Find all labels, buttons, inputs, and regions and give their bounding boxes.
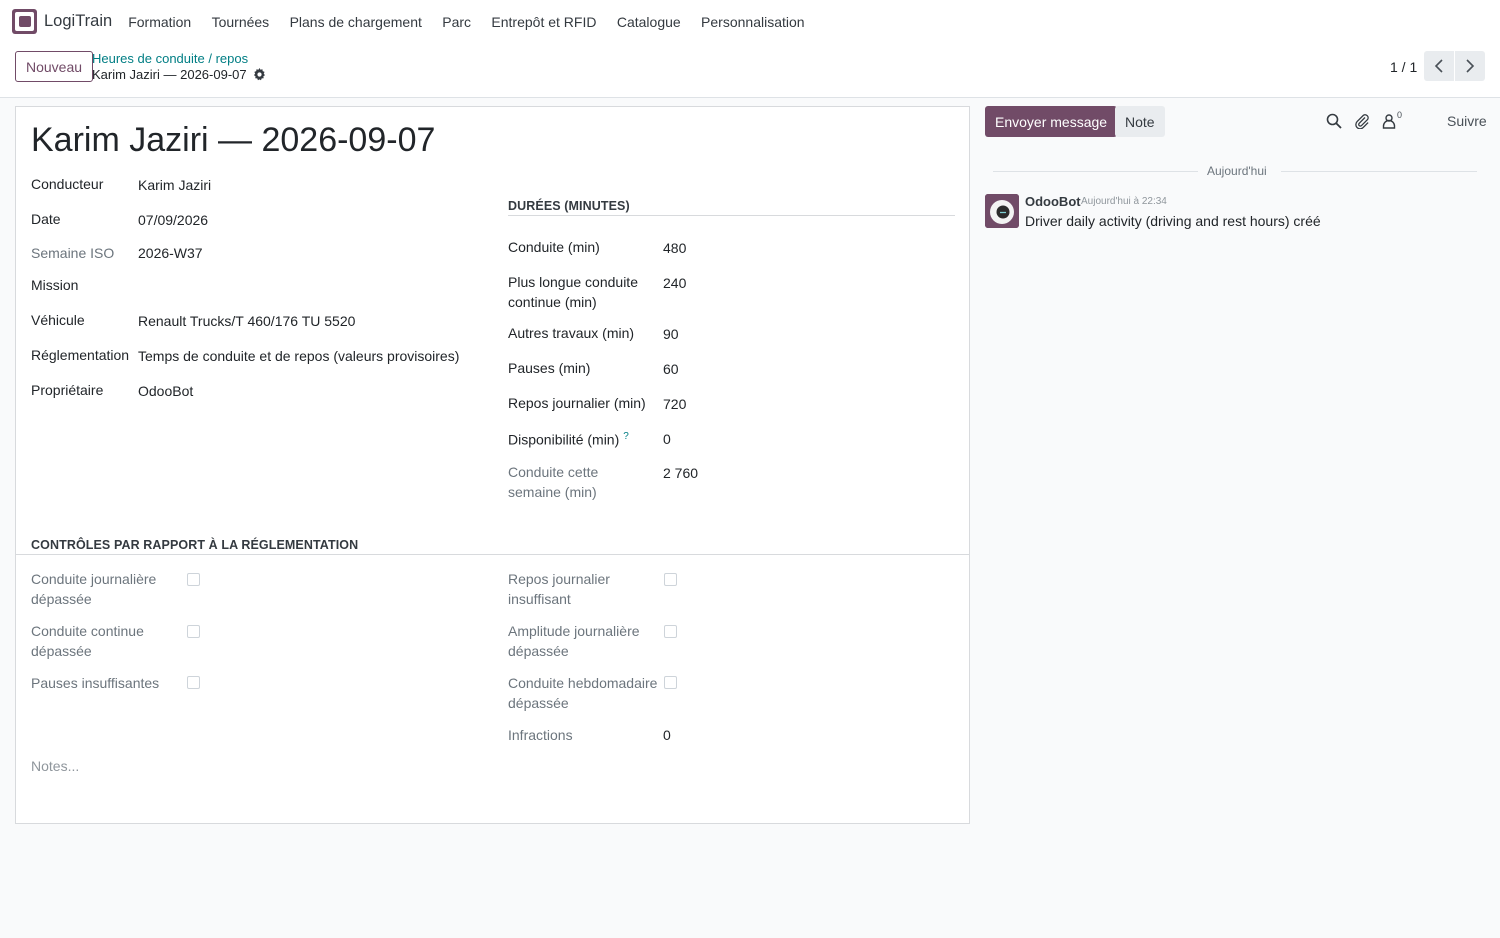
checkbox-pauses-insuffisantes[interactable] bbox=[187, 676, 200, 689]
field-proprietaire[interactable]: OdooBot bbox=[138, 381, 193, 401]
field-date[interactable]: 07/09/2026 bbox=[138, 210, 208, 230]
label-conducteur: Conducteur bbox=[31, 176, 104, 192]
message-body: Driver daily activity (driving and rest … bbox=[1025, 213, 1321, 229]
label-date: Date bbox=[31, 211, 61, 227]
app-name[interactable]: LogiTrain bbox=[44, 12, 112, 31]
breadcrumb-current: Karim Jaziri — 2026-09-07 bbox=[92, 67, 266, 82]
send-message-button[interactable]: Envoyer message bbox=[985, 106, 1118, 137]
main-menu: Formation Tournées Plans de chargement P… bbox=[118, 14, 815, 30]
label-reglementation: Réglementation bbox=[31, 347, 130, 363]
field-infractions: 0 bbox=[663, 727, 671, 743]
search-icon[interactable] bbox=[1326, 113, 1342, 129]
menu-item-personnalisation[interactable]: Personnalisation bbox=[691, 14, 815, 30]
control-panel: Nouveau Heures de conduite / repos Karim… bbox=[0, 44, 1500, 98]
field-mission[interactable] bbox=[138, 275, 458, 295]
notes-field[interactable]: Notes... bbox=[31, 758, 79, 774]
label-pauses: Pauses (min) bbox=[508, 360, 591, 376]
follow-button[interactable]: Suivre bbox=[1447, 113, 1487, 129]
label-conduite-hebdomadaire-depassee: Conduite hebdomadaire dépassée bbox=[508, 675, 658, 711]
menu-item-formation[interactable]: Formation bbox=[118, 14, 201, 30]
field-semaine-iso: 2026-W37 bbox=[138, 245, 203, 261]
field-disponibilite[interactable]: 0 bbox=[663, 429, 671, 449]
menu-item-tournees[interactable]: Tournées bbox=[201, 14, 279, 30]
form-sheet: Karim Jaziri — 2026-09-07 Conducteur Kar… bbox=[15, 106, 970, 824]
label-autres-travaux: Autres travaux (min) bbox=[508, 325, 635, 341]
new-button[interactable]: Nouveau bbox=[15, 51, 94, 82]
field-vehicule[interactable]: Renault Trucks/T 460/176 TU 5520 bbox=[138, 311, 355, 331]
section-divider bbox=[508, 215, 955, 216]
label-semaine-iso: Semaine ISO bbox=[31, 245, 115, 261]
log-note-button[interactable]: Note bbox=[1115, 106, 1165, 137]
top-navbar: LogiTrain Formation Tournées Plans de ch… bbox=[0, 0, 1500, 44]
breadcrumb-current-label: Karim Jaziri — 2026-09-07 bbox=[92, 67, 247, 82]
field-plus-longue-conduite[interactable]: 240 bbox=[663, 273, 686, 293]
day-divider-label: Aujourd'hui bbox=[1207, 164, 1267, 178]
label-plus-longue-conduite: Plus longue conduite continue (min) bbox=[508, 274, 638, 310]
paperclip-icon[interactable] bbox=[1354, 113, 1370, 129]
checkbox-conduite-continue-depassee[interactable] bbox=[187, 625, 200, 638]
checkbox-conduite-hebdomadaire-depassee[interactable] bbox=[664, 676, 677, 689]
label-conduite-journaliere-depassee: Conduite journalière dépassée bbox=[31, 571, 157, 607]
app-logo-icon[interactable] bbox=[12, 9, 37, 34]
label-infractions: Infractions bbox=[508, 727, 573, 743]
record-title[interactable]: Karim Jaziri — 2026-09-07 bbox=[31, 121, 435, 160]
label-conduite-semaine: Conduite cette semaine (min) bbox=[508, 464, 599, 500]
pager-previous-button[interactable] bbox=[1424, 51, 1454, 81]
label-repos-journalier: Repos journalier (min) bbox=[508, 395, 646, 411]
menu-item-parc[interactable]: Parc bbox=[432, 14, 481, 30]
field-conduite-semaine: 2 760 bbox=[663, 465, 699, 481]
label-disponibilite: Disponibilité (min)? bbox=[508, 427, 629, 450]
day-divider-right bbox=[1281, 171, 1477, 172]
message-date: Aujourd'hui à 22:34 bbox=[1081, 196, 1167, 207]
pager-next-button[interactable] bbox=[1455, 51, 1485, 81]
section-divider bbox=[16, 554, 969, 555]
pager-value[interactable]: 1 / 1 bbox=[1390, 59, 1417, 75]
label-conduite: Conduite (min) bbox=[508, 239, 600, 255]
label-disponibilite-text: Disponibilité (min) bbox=[508, 431, 620, 448]
checkbox-amplitude-journaliere-depassee[interactable] bbox=[664, 625, 677, 638]
menu-item-catalogue[interactable]: Catalogue bbox=[607, 14, 691, 30]
chevron-right-icon bbox=[1466, 59, 1475, 73]
label-conduite-continue-depassee: Conduite continue dépassée bbox=[31, 623, 144, 659]
day-divider-left bbox=[993, 171, 1198, 172]
field-conduite[interactable]: 480 bbox=[663, 238, 686, 258]
checkbox-conduite-journaliere-depassee[interactable] bbox=[187, 573, 200, 586]
field-autres-travaux[interactable]: 90 bbox=[663, 324, 679, 344]
follower-count: 0 bbox=[1397, 110, 1403, 120]
field-repos-journalier[interactable]: 720 bbox=[663, 394, 686, 414]
section-title-controles: CONTRÔLES PAR RAPPORT À LA RÉGLEMENTATIO… bbox=[31, 538, 359, 552]
field-pauses[interactable]: 60 bbox=[663, 359, 679, 379]
menu-item-plans-chargement[interactable]: Plans de chargement bbox=[279, 14, 432, 30]
help-tooltip-icon[interactable]: ? bbox=[623, 431, 629, 442]
avatar[interactable] bbox=[985, 194, 1019, 228]
message-author[interactable]: OdooBot bbox=[1025, 194, 1081, 209]
label-repos-journalier-insuffisant: Repos journalier insuffisant bbox=[508, 571, 610, 607]
label-amplitude-journaliere-depassee: Amplitude journalière dépassée bbox=[508, 623, 640, 659]
gear-icon[interactable] bbox=[253, 68, 266, 81]
section-title-durees: DURÉES (MINUTES) bbox=[508, 199, 630, 213]
label-proprietaire: Propriétaire bbox=[31, 382, 104, 398]
label-mission: Mission bbox=[31, 277, 79, 293]
breadcrumb-parent-link[interactable]: Heures de conduite / repos bbox=[92, 51, 248, 66]
odoobot-avatar-icon bbox=[985, 194, 1019, 228]
field-conducteur[interactable]: Karim Jaziri bbox=[138, 175, 211, 195]
checkbox-repos-journalier-insuffisant[interactable] bbox=[664, 573, 677, 586]
field-reglementation[interactable]: Temps de conduite et de repos (valeurs p… bbox=[138, 346, 459, 366]
menu-item-entrepot-rfid[interactable]: Entrepôt et RFID bbox=[481, 14, 606, 30]
followers-icon[interactable] bbox=[1381, 113, 1397, 129]
label-vehicule: Véhicule bbox=[31, 312, 85, 328]
chevron-left-icon bbox=[1434, 59, 1443, 73]
label-pauses-insuffisantes: Pauses insuffisantes bbox=[31, 675, 160, 691]
